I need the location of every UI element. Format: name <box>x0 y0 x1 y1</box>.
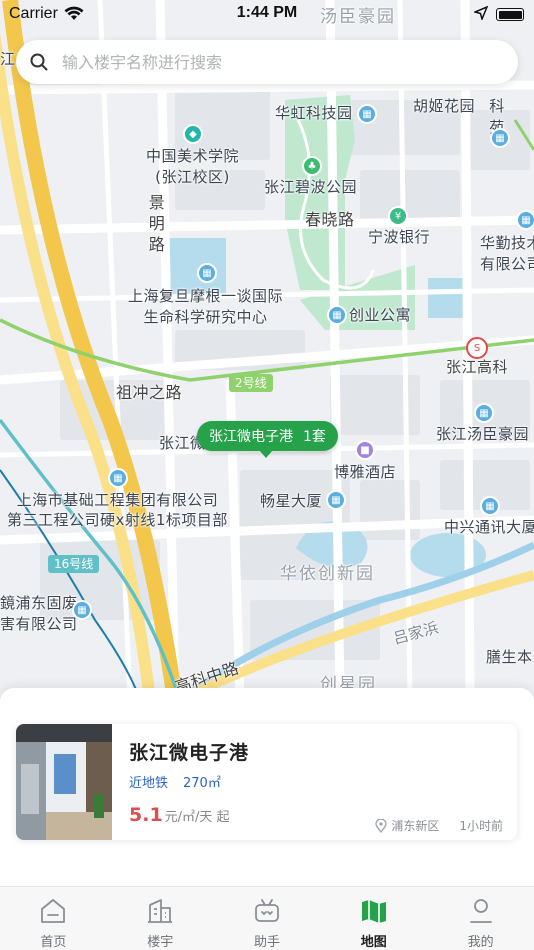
map-label-caa: 中国美术学院 (张江校区) <box>146 147 240 186</box>
building-map-marker[interactable]: 张江微电子港 1套 <box>197 421 338 458</box>
map-label-huaqin: 华勤技术 有限公司 <box>480 234 534 273</box>
map-label-shansheng: 膳生本 <box>486 648 533 666</box>
marker-count: 1套 <box>303 429 326 445</box>
tab-home-label: 首页 <box>40 935 67 950</box>
listing-photo <box>16 724 112 840</box>
building-poi-icon[interactable]: ▦ <box>72 600 92 620</box>
listing-meta: 浦东新区 1小时前 <box>375 817 503 834</box>
park-poi-icon[interactable]: ♣ <box>302 156 322 176</box>
tab-home[interactable]: 首页 <box>0 887 107 950</box>
listing-tag: 近地铁 <box>129 776 169 791</box>
tab-map[interactable]: 地图 <box>320 887 427 950</box>
tab-profile[interactable]: 我的 <box>427 887 534 950</box>
building-poi-icon[interactable]: ▦ <box>516 210 534 230</box>
marker-name: 张江微电子港 <box>209 429 293 445</box>
map-label-chunxiao-road: 春晓路 <box>305 210 355 229</box>
location-arrow-icon <box>474 6 488 20</box>
map-label-zuchongzhi-road: 祖冲之路 <box>116 383 183 402</box>
building-poi-icon[interactable]: ▦ <box>108 468 128 488</box>
search-input[interactable] <box>62 52 482 72</box>
tab-buildings[interactable]: 楼宇 <box>107 887 214 950</box>
hotel-poi-icon[interactable]: ■ <box>355 440 375 460</box>
listing-tag: 270㎡ <box>183 776 221 791</box>
building-icon <box>148 899 173 923</box>
clock: 1:44 PM <box>236 4 298 21</box>
tab-bar: 首页 楼宇 助手 地图 我的 <box>0 886 534 950</box>
building-poi-icon[interactable]: ▦ <box>480 496 500 516</box>
listing-sheet: 张江微电子港 近地铁 270㎡ 5.1 元/㎡/天 起 浦东新区 1小时前 <box>0 688 534 886</box>
building-poi-icon[interactable]: ▦ <box>357 104 377 124</box>
price-unit: 元/㎡/天 起 <box>164 810 230 825</box>
map-label-biboyuan: 张江碧波公园 <box>264 178 358 196</box>
map-view[interactable]: 汤臣豪园 江立 华虹科技园 胡姬花园 科苑 中国美术学院 (张江校区) 张江碧波… <box>0 0 534 700</box>
listing-district: 浦东新区 <box>391 819 440 833</box>
map-label-chuangye: 创业公寓 <box>349 306 412 324</box>
listing-updated: 1小时前 <box>459 819 503 833</box>
map-label-pudong: 鏡浦东固废 害有限公司 <box>0 594 78 633</box>
bank-poi-icon[interactable]: ¥ <box>388 206 408 226</box>
map-label-shanghai-jichu: 上海市基础工程集团有限公司 第三工程公司硬x射线1标项目部 <box>7 491 228 529</box>
map-label-tangchen-right: 张江汤臣豪园 <box>436 425 530 443</box>
home-icon <box>41 899 66 923</box>
map-label-boya: 博雅酒店 <box>334 463 397 481</box>
building-poi-icon[interactable]: ▦ <box>490 128 510 148</box>
building-poi-icon[interactable]: ▦ <box>327 305 347 325</box>
map-label-zhongxing: 中兴通讯大厦 <box>444 518 534 536</box>
listing-price: 5.1 元/㎡/天 起 <box>129 804 230 826</box>
map-label-hujiyuan: 胡姬花园 <box>413 97 476 115</box>
assistant-icon <box>255 899 279 922</box>
price-value: 5.1 <box>129 804 163 826</box>
metro-line2-badge: 2号线 <box>229 374 273 392</box>
search-bar[interactable] <box>16 40 518 84</box>
map-label-huahong: 华虹科技园 <box>275 104 353 122</box>
tab-map-label: 地图 <box>360 935 387 950</box>
map-icon <box>361 900 386 923</box>
building-poi-icon[interactable]: ▦ <box>197 263 217 283</box>
building-poi-icon[interactable]: ▦ <box>326 490 346 510</box>
tab-assistant-label: 助手 <box>253 935 280 950</box>
building-poi-icon[interactable]: ▦ <box>474 403 494 423</box>
map-label-changxing: 畅星大厦 <box>260 492 323 510</box>
status-bar: Carrier 1:44 PM <box>0 0 534 30</box>
metro-line16-badge: 16号线 <box>48 555 100 573</box>
map-label-zhangjiang-hitech: 张江高科 <box>446 358 509 376</box>
profile-icon <box>469 899 492 923</box>
school-poi-icon[interactable]: ◆ <box>183 124 203 144</box>
map-label-fudan-center: 上海复旦摩根一谈国际 生命科学研究中心 <box>128 287 284 326</box>
tab-buildings-label: 楼宇 <box>147 935 174 950</box>
location-pin-icon <box>375 818 387 833</box>
map-label-huayi: 华依创新园 <box>280 564 375 584</box>
tab-profile-label: 我的 <box>467 935 494 950</box>
battery-icon <box>496 8 524 21</box>
metro-station-icon[interactable]: S <box>466 337 488 359</box>
map-label-jingming-road: 景明路 <box>148 193 166 254</box>
map-label-ningbo-bank: 宁波银行 <box>368 228 431 246</box>
tab-assistant[interactable]: 助手 <box>214 887 321 950</box>
search-icon <box>30 53 48 71</box>
listing-card[interactable]: 张江微电子港 近地铁 270㎡ 5.1 元/㎡/天 起 浦东新区 1小时前 <box>16 724 517 840</box>
listing-title: 张江微电子港 <box>129 742 250 764</box>
